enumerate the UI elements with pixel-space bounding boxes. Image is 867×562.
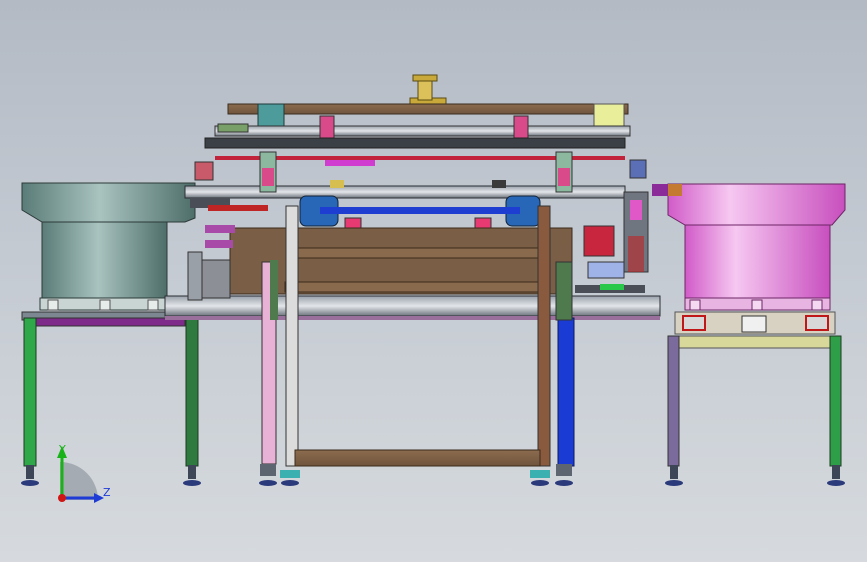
left-stand bbox=[21, 311, 201, 486]
machine-assembly-drawing bbox=[21, 74, 846, 503]
right-stand bbox=[665, 311, 845, 486]
triad-y-label: Y bbox=[59, 443, 66, 456]
left-feeder-bowl bbox=[21, 182, 196, 311]
main-frame bbox=[164, 151, 661, 320]
cad-viewport[interactable]: Y Z bbox=[0, 0, 867, 562]
triad-z-label: Z bbox=[103, 486, 111, 499]
right-feeder-bowl bbox=[652, 183, 846, 311]
